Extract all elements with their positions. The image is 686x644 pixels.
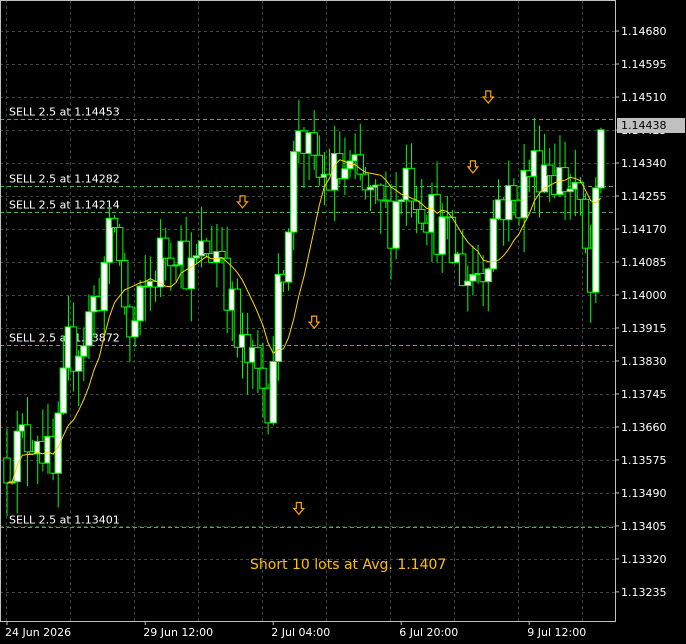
candle-body [290, 151, 298, 233]
candle-body [581, 198, 590, 249]
candle-body [162, 237, 170, 259]
candle[interactable] [597, 127, 605, 194]
candle[interactable] [121, 252, 129, 316]
candle-body [3, 457, 11, 484]
candle[interactable] [581, 193, 590, 254]
candle-body [561, 167, 569, 193]
candle-body [110, 217, 119, 228]
price-tick-label: 1.14085 [621, 256, 667, 269]
time-tick-label: 9 Jul 12:00 [527, 626, 586, 639]
candle-body [202, 240, 211, 255]
candle-body [392, 201, 400, 249]
candle-body [407, 167, 416, 202]
candle[interactable] [115, 224, 124, 266]
price-tick-label: 1.14255 [621, 190, 667, 203]
price-tick-label: 1.14595 [621, 58, 667, 71]
candle-body [115, 226, 124, 262]
candle-body [284, 231, 293, 283]
price-tick-label: 1.13575 [621, 454, 667, 467]
position-annotation: Short 10 lots at Avg. 1.1407 [250, 557, 446, 573]
candle-body [546, 164, 554, 177]
candle-body [121, 260, 129, 308]
candle-body [274, 273, 283, 363]
price-tick-label: 1.14170 [621, 223, 667, 236]
candle-body [310, 132, 318, 156]
candle-body [187, 257, 196, 290]
candle-body [520, 169, 528, 219]
price-tick-label: 1.13490 [621, 487, 667, 500]
candle-body [59, 367, 68, 414]
price-tick-label: 1.13830 [621, 355, 667, 368]
price-tick-label: 1.14000 [621, 289, 667, 302]
price-tick-label: 1.13235 [621, 586, 667, 599]
price-tick-label: 1.13915 [621, 322, 667, 335]
candle-body [269, 361, 277, 424]
candle-body [136, 285, 144, 322]
candle-body [464, 280, 472, 287]
order-label: SELL 2.5 at 1.14214 [9, 199, 120, 212]
candle-body [484, 268, 492, 283]
time-tick-label: 24 Jun 2026 [5, 626, 71, 639]
candle[interactable] [284, 228, 293, 291]
order-label: SELL 2.5 at 1.14453 [9, 106, 120, 119]
candle-body [597, 129, 605, 189]
candle-body [74, 355, 83, 372]
candle-body [131, 320, 139, 338]
candle-body [341, 168, 349, 180]
candle-body [100, 261, 108, 311]
time-tick-label: 2 Jul 04:00 [271, 626, 330, 639]
current-price-marker: 1.14438 [617, 117, 685, 133]
chart-background [0, 0, 686, 644]
order-label: SELL 2.5 at 1.14282 [9, 173, 120, 186]
candle-body [259, 367, 267, 389]
candle-body [377, 184, 385, 201]
candle-body [592, 187, 600, 293]
candle-body [438, 216, 446, 255]
price-tick-label: 1.13320 [621, 553, 667, 566]
candle-body [418, 208, 426, 224]
current-price-label: 1.14438 [621, 119, 667, 132]
candle-body [85, 311, 93, 347]
price-tick-label: 1.14680 [621, 25, 667, 38]
price-chart[interactable]: SELL 2.5 at 1.14453 SELL 2.5 at 1.14282 SE… [0, 0, 686, 644]
price-tick-label: 1.13660 [621, 421, 667, 434]
price-tick-label: 1.14340 [621, 157, 667, 170]
order-label: SELL 2.5 at 1.13401 [9, 514, 120, 527]
candle-body [23, 424, 32, 453]
candle-body [254, 347, 262, 369]
price-tick-label: 1.13745 [621, 388, 667, 401]
candle-body [469, 273, 477, 282]
price-tick-label: 1.14510 [621, 91, 667, 104]
price-tick-label: 1.13405 [621, 520, 667, 533]
candle-body [80, 345, 88, 357]
time-tick-label: 29 Jun 12:00 [143, 626, 213, 639]
candle[interactable] [592, 177, 600, 304]
candle-body [510, 185, 518, 201]
time-tick-label: 6 Jul 20:00 [399, 626, 458, 639]
candle-body [356, 154, 364, 175]
